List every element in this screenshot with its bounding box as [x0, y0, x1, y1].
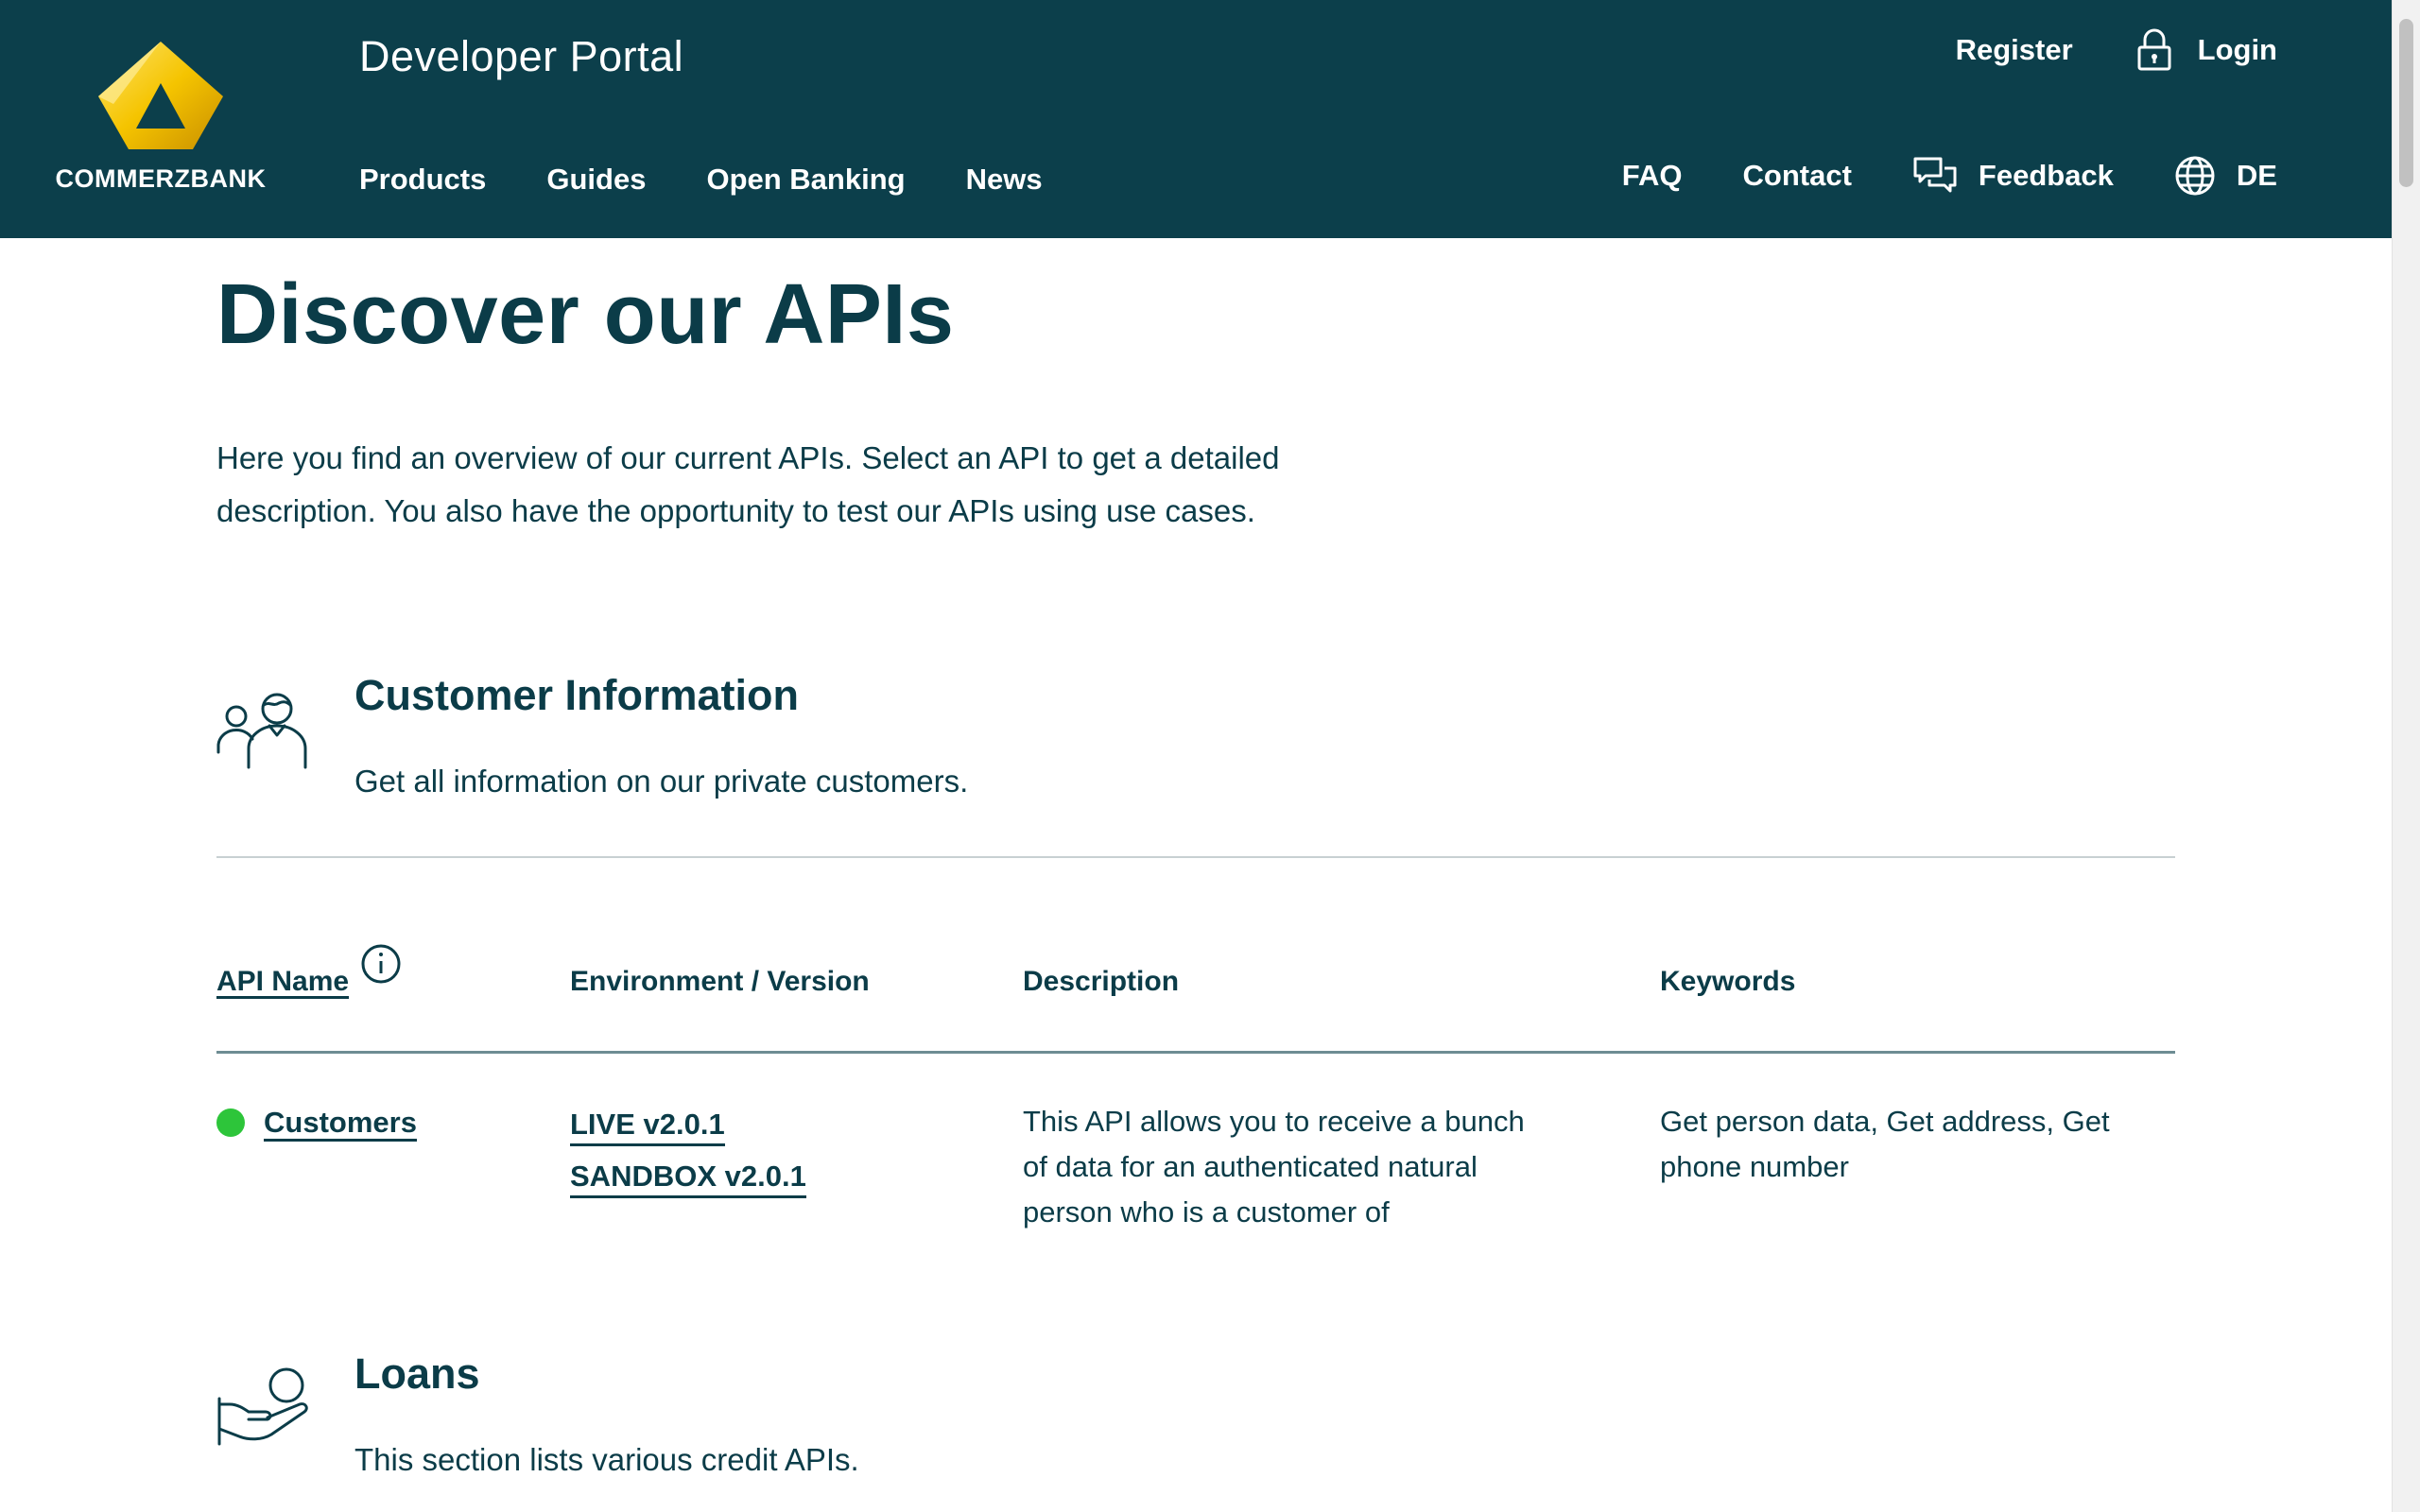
nav-guides[interactable]: Guides [546, 163, 646, 197]
globe-icon [2174, 155, 2216, 197]
env-sandbox-link[interactable]: SANDBOX v2.0.1 [570, 1158, 806, 1198]
column-header-api-name[interactable]: API Name [216, 966, 349, 998]
page: COMMERZBANK Developer Portal Products Gu… [0, 0, 2420, 1512]
vertical-scrollbar[interactable] [2392, 0, 2420, 1512]
people-icon [216, 690, 311, 774]
api-description: This API allows you to receive a bunch o… [1023, 1105, 1525, 1228]
section-description-loans: This section lists various credit APIs. [354, 1442, 859, 1477]
logo-ribbon-icon [98, 42, 223, 149]
nav-products[interactable]: Products [359, 163, 486, 197]
feedback-label: Feedback [1978, 159, 2114, 192]
contact-link[interactable]: Contact [1743, 159, 1852, 193]
nav-open-banking[interactable]: Open Banking [706, 163, 905, 197]
utility-nav: FAQ Contact Feedback DE [1562, 155, 2277, 197]
hand-coin-icon [216, 1363, 311, 1458]
column-header-description: Description [1023, 966, 1180, 997]
nav-news[interactable]: News [966, 163, 1043, 197]
section-title-loans: Loans [354, 1349, 480, 1398]
status-live-indicator [216, 1108, 245, 1137]
site-header: COMMERZBANK Developer Portal Products Gu… [0, 0, 2393, 238]
api-keywords: Get person data, Get address, Get phone … [1660, 1105, 2110, 1183]
intro-text: Here you find an overview of our current… [216, 440, 1280, 528]
logo-wordmark: COMMERZBANK [55, 164, 267, 193]
main-nav: Products Guides Open Banking News [359, 163, 1103, 197]
language-label: DE [2236, 159, 2277, 192]
lock-icon [2135, 28, 2173, 72]
commerzbank-logo[interactable]: COMMERZBANK [52, 38, 269, 198]
environment-links: LIVE v2.0.1 SANDBOX v2.0.1 [570, 1102, 806, 1206]
section-description: Get all information on our private custo… [354, 764, 969, 799]
page-title: Discover our APIs [216, 267, 955, 362]
section-divider [216, 856, 2175, 858]
column-header-keywords: Keywords [1660, 966, 1796, 997]
column-header-environment: Environment / Version [570, 966, 870, 997]
table-header-divider [216, 1051, 2175, 1054]
language-switch[interactable]: DE [2174, 155, 2277, 197]
account-links: Register Login [1956, 28, 2277, 72]
section-title-customer-information: Customer Information [354, 671, 800, 719]
scrollbar-thumb[interactable] [2399, 19, 2413, 187]
info-icon[interactable] [360, 943, 402, 985]
register-link[interactable]: Register [1956, 33, 2073, 67]
login-link[interactable]: Login [2135, 28, 2277, 72]
faq-link[interactable]: FAQ [1622, 159, 1683, 193]
env-live-link[interactable]: LIVE v2.0.1 [570, 1106, 725, 1146]
speech-bubbles-icon [1912, 155, 1958, 197]
feedback-link[interactable]: Feedback [1912, 155, 2114, 197]
api-link-customers[interactable]: Customers [264, 1106, 417, 1142]
portal-title[interactable]: Developer Portal [359, 32, 683, 81]
table-row: Customers [264, 1100, 417, 1145]
login-label: Login [2197, 33, 2277, 66]
